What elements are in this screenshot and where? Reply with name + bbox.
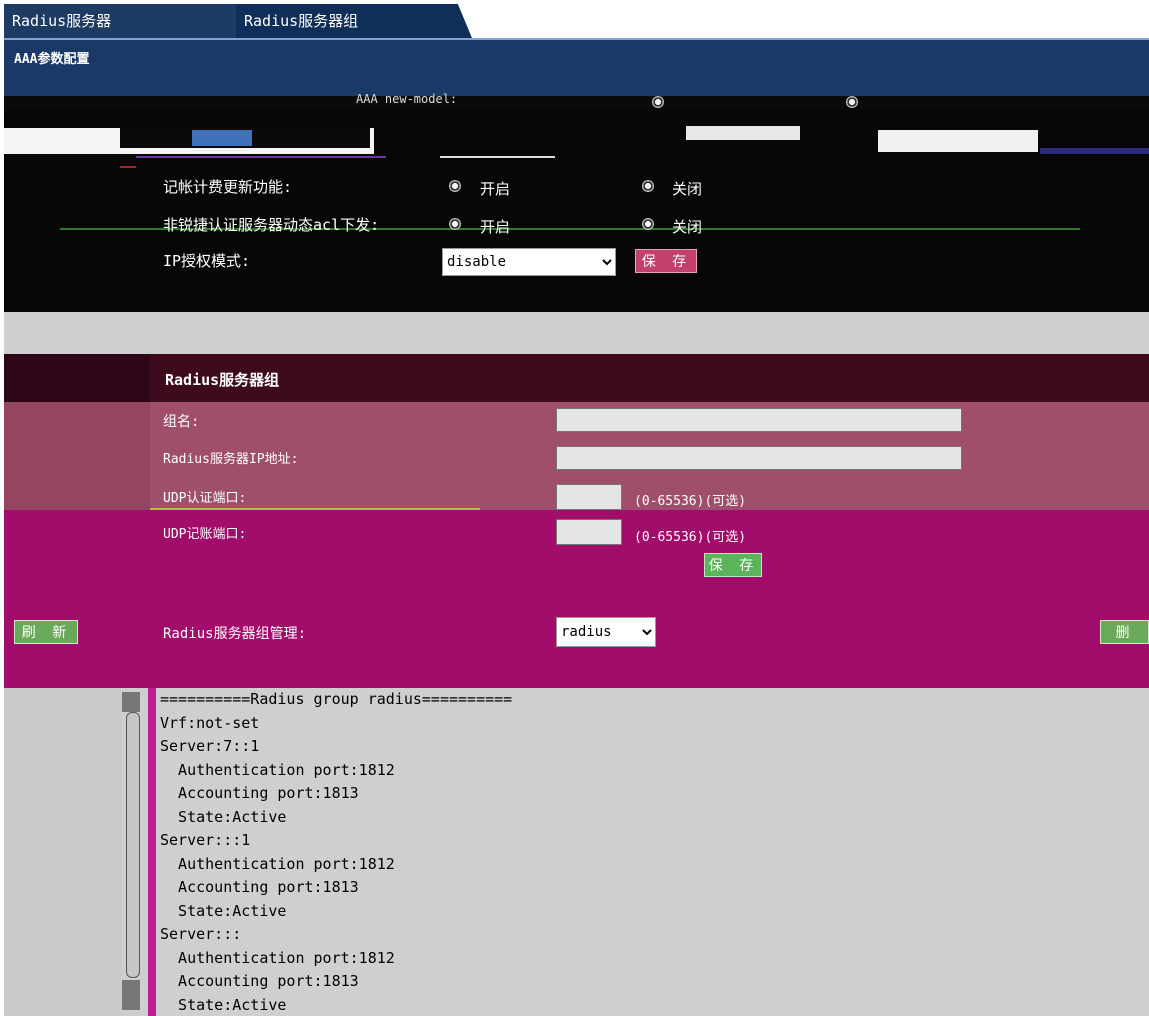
udp-auth-port-label: UDP认证端口:: [163, 491, 247, 506]
aaa-new-model-label: AAA new-model:: [356, 92, 458, 106]
accounting-update-on-radio[interactable]: [449, 180, 461, 192]
radius-group-form-left: [4, 402, 150, 510]
udp-acct-port-label: UDP记账端口:: [163, 527, 247, 542]
render-artifact: [1040, 148, 1149, 154]
server-ip-label: Radius服务器IP地址:: [163, 452, 299, 467]
divider: [136, 156, 386, 158]
render-artifact: [440, 132, 555, 158]
delete-button[interactable]: 删 除: [1100, 620, 1149, 644]
accounting-update-label: 记帐计费更新功能:: [163, 178, 293, 196]
output-left-margin: [4, 688, 122, 1016]
radius-group-title: Radius服务器组: [165, 371, 280, 389]
accounting-update-off-label: 关闭: [672, 180, 703, 198]
new-model-on-radio[interactable]: [652, 96, 664, 108]
divider: [120, 166, 136, 168]
refresh-button[interactable]: 刷 新: [14, 620, 78, 644]
acct-port-hint: (0-65536)(可选): [634, 530, 747, 545]
group-name-input[interactable]: [556, 408, 962, 432]
aaa-new-model-row: [4, 96, 1149, 110]
ip-auth-mode-label: IP授权模式:: [163, 252, 251, 270]
acl-delivery-off-label: 关闭: [672, 218, 703, 236]
render-artifact-button: [192, 130, 252, 146]
acl-delivery-label: 非锐捷认证服务器动态acl下发:: [163, 216, 380, 234]
aaa-config-title: AAA参数配置: [14, 52, 90, 67]
group-name-label: 组名:: [163, 414, 200, 430]
group-manage-label: Radius服务器组管理:: [163, 626, 307, 642]
spacer: [4, 312, 1149, 354]
udp-acct-port-input[interactable]: [556, 519, 622, 545]
ip-auth-mode-select[interactable]: disable: [442, 248, 616, 276]
new-model-off-radio[interactable]: [846, 96, 858, 108]
group-manage-select[interactable]: radius: [556, 617, 656, 647]
save-settings-button[interactable]: 保 存: [635, 249, 697, 273]
radius-group-header-left: [4, 354, 150, 402]
render-artifact: [878, 130, 1038, 152]
scrollbar-thumb[interactable]: [126, 712, 140, 978]
aaa-config-panel: [4, 40, 1149, 102]
tab-radius-server-group[interactable]: Radius服务器组: [236, 4, 472, 38]
server-ip-input[interactable]: [556, 446, 962, 470]
tab-radius-server[interactable]: Radius服务器: [4, 4, 236, 38]
save-group-button[interactable]: 保 存: [704, 553, 762, 577]
accounting-update-on-label: 开启: [480, 180, 511, 198]
divider: [150, 508, 480, 510]
udp-auth-port-input[interactable]: [556, 484, 622, 510]
acl-delivery-on-label: 开启: [480, 218, 511, 236]
auth-port-hint: (0-65536)(可选): [634, 494, 747, 509]
accounting-update-off-radio[interactable]: [642, 180, 654, 192]
scroll-down-arrow-icon[interactable]: [122, 980, 140, 1010]
scroll-up-arrow-icon[interactable]: [122, 692, 140, 712]
render-artifact: [686, 126, 800, 140]
output-border: [148, 688, 156, 1016]
radius-group-output[interactable]: ==========Radius group radius========== …: [156, 688, 1149, 1016]
acl-delivery-off-radio[interactable]: [642, 218, 654, 230]
acl-delivery-on-radio[interactable]: [449, 218, 461, 230]
